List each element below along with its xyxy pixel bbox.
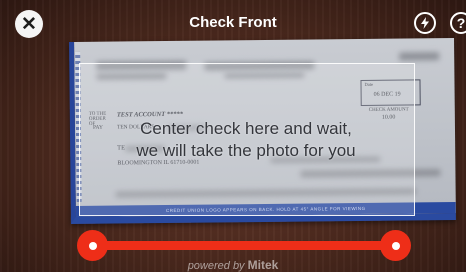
level-knob-left xyxy=(77,230,108,261)
page-title: Check Front xyxy=(189,14,277,31)
flash-icon xyxy=(421,17,429,29)
powered-by: powered by Mitek xyxy=(0,258,466,272)
instruction-line-2: we will take the photo for you xyxy=(136,141,356,160)
help-icon: ? xyxy=(456,15,466,31)
mitek-brand: Mitek xyxy=(247,258,279,272)
capture-instruction: Center check here and wait, we will take… xyxy=(79,118,413,162)
help-button[interactable]: ? xyxy=(450,12,466,34)
flash-button[interactable] xyxy=(414,12,436,34)
instruction-line-1: Center check here and wait, xyxy=(140,119,352,138)
level-knob-right xyxy=(380,230,411,261)
redacted-check-number xyxy=(399,52,440,61)
powered-by-label: powered by xyxy=(187,260,245,272)
level-bar xyxy=(93,241,395,250)
